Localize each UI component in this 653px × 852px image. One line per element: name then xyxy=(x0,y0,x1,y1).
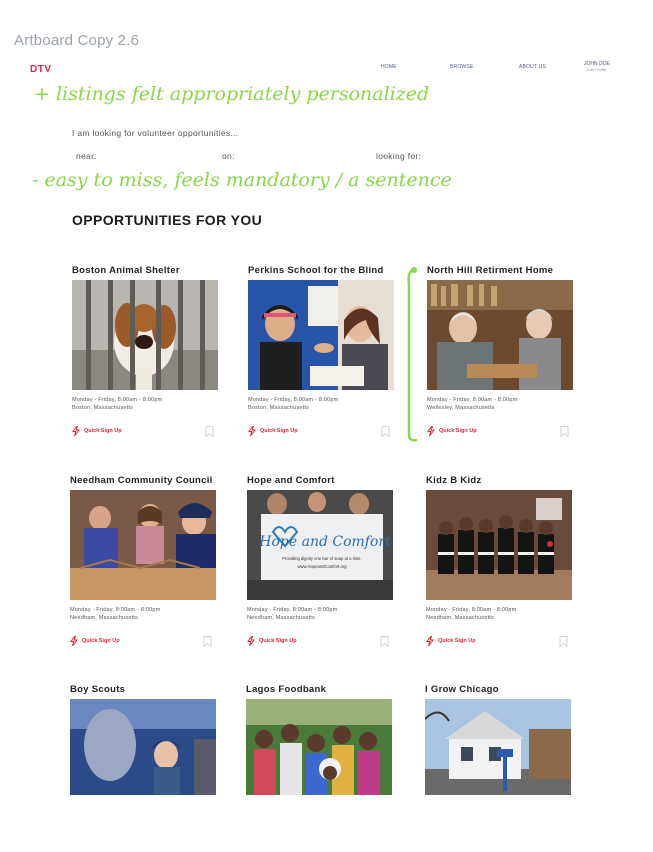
dog-in-kennel-image[interactable] xyxy=(72,280,218,390)
banner-url: www.HopeandComfort.org xyxy=(297,564,347,569)
annotation-top: + listings felt appropriately personaliz… xyxy=(34,83,430,105)
card-location: Needham, Massachusetts xyxy=(426,615,494,621)
annotation-bracket xyxy=(407,267,418,442)
user-sub: Edit Profile xyxy=(587,67,607,72)
card-schedule: Monday - Friday, 8:00am - 8:00pm xyxy=(427,397,518,403)
card-title[interactable]: Needham Community Council xyxy=(70,475,216,490)
looking-for-filter[interactable]: looking for: xyxy=(376,151,421,161)
quick-sign-up-button[interactable]: Quick Sign Up xyxy=(427,426,477,436)
opportunity-card[interactable]: I Grow Chicago xyxy=(425,684,571,795)
quick-sign-up-button[interactable]: Quick Sign Up xyxy=(72,426,122,436)
artboard-title: Artboard Copy 2.6 xyxy=(14,32,140,49)
bookmark-icon[interactable] xyxy=(205,426,214,437)
on-filter[interactable]: on: xyxy=(222,151,235,161)
hope-and-comfort-banner-image[interactable]: Hope and Comfort Providing dignity one b… xyxy=(247,490,393,600)
card-location: Boston, Massachusetts xyxy=(248,405,310,411)
lightning-icon xyxy=(426,636,434,646)
card-schedule: Monday - Friday, 8:00am - 8:00pm xyxy=(72,397,163,403)
quick-sign-up-button[interactable]: Quick Sign Up xyxy=(248,426,298,436)
card-title[interactable]: Perkins School for the Blind xyxy=(248,265,394,280)
card-title[interactable]: Lagos Foodbank xyxy=(246,684,392,699)
card-location: Needham, Massachusetts xyxy=(247,615,315,621)
card-location: Boston, Massachusetts xyxy=(72,405,134,411)
bookmark-icon[interactable] xyxy=(380,636,389,647)
card-schedule: Monday - Friday, 8:00am - 8:00pm xyxy=(247,607,338,613)
user-menu[interactable]: JOHN DOE Edit Profile xyxy=(584,61,610,73)
opportunity-card[interactable]: Lagos Foodbank xyxy=(246,684,392,795)
quick-sign-up-label: Quick Sign Up xyxy=(439,428,477,434)
card-title[interactable]: I Grow Chicago xyxy=(425,684,571,699)
teacher-and-student-image[interactable] xyxy=(248,280,394,390)
bookmark-icon[interactable] xyxy=(381,426,390,437)
card-title[interactable]: Hope and Comfort xyxy=(247,475,393,490)
opportunity-card[interactable]: Hope and Comfort Hope and Comfort Provid… xyxy=(247,475,393,648)
quick-sign-up-button[interactable]: Quick Sign Up xyxy=(426,636,476,646)
card-location: Wellesley, Massachusetts xyxy=(427,405,495,411)
lightning-icon xyxy=(72,426,80,436)
crowd-of-children-image[interactable] xyxy=(246,699,392,795)
bookmark-icon[interactable] xyxy=(203,636,212,647)
near-filter[interactable]: near: xyxy=(76,151,97,161)
card-location: Needham, Massachusetts xyxy=(70,615,138,621)
nav-home[interactable]: HOME xyxy=(381,64,397,70)
card-title[interactable]: Boy Scouts xyxy=(70,684,216,699)
quick-sign-up-label: Quick Sign Up xyxy=(260,428,298,434)
house-street-image[interactable] xyxy=(425,699,571,795)
bookmark-icon[interactable] xyxy=(559,636,568,647)
logo[interactable]: DTV xyxy=(30,64,52,75)
opportunity-card[interactable]: Needham Community Council Monday - Frida… xyxy=(70,475,216,648)
quick-sign-up-label: Quick Sign Up xyxy=(438,638,476,644)
opportunity-card[interactable]: Kidz B Kidz Monday - Friday, 8:00am - 8:… xyxy=(426,475,572,648)
nav-browse[interactable]: BROWSE xyxy=(450,64,473,70)
opportunity-card[interactable]: North Hill Retirment Home Monday - Frida… xyxy=(427,265,573,438)
quick-sign-up-button[interactable]: Quick Sign Up xyxy=(247,636,297,646)
bookmark-icon[interactable] xyxy=(560,426,569,437)
volunteers-packing-image[interactable] xyxy=(70,490,216,600)
opportunity-card[interactable]: Perkins School for the Blind Monday - Fr… xyxy=(248,265,394,438)
opportunity-card[interactable]: Boston Animal Shelter Monday - Friday, 8… xyxy=(72,265,218,438)
lightning-icon xyxy=(248,426,256,436)
lightning-icon xyxy=(70,636,78,646)
lightning-icon xyxy=(247,636,255,646)
quick-sign-up-label: Quick Sign Up xyxy=(82,638,120,644)
quick-sign-up-label: Quick Sign Up xyxy=(84,428,122,434)
card-title[interactable]: Kidz B Kidz xyxy=(426,475,572,490)
opportunity-card[interactable]: Boy Scouts xyxy=(70,684,216,795)
section-title: OPPORTUNITIES FOR YOU xyxy=(72,212,263,228)
search-lead: I am looking for volunteer opportunities… xyxy=(72,128,239,138)
elderly-couple-image[interactable] xyxy=(427,280,573,390)
card-schedule: Monday - Friday, 8:00am - 8:00pm xyxy=(70,607,161,613)
banner-subtitle: Providing dignity one bar of soap at a t… xyxy=(282,556,361,561)
card-title[interactable]: Boston Animal Shelter xyxy=(72,265,218,280)
page-sheet: DTV HOME BROWSE ABOUT US JOHN DOE Edit P… xyxy=(14,55,634,805)
quick-sign-up-label: Quick Sign Up xyxy=(259,638,297,644)
scout-saluting-image[interactable] xyxy=(70,699,216,795)
banner-title: Hope and Comfort xyxy=(258,534,391,550)
lightning-icon xyxy=(427,426,435,436)
annotation-bottom: - easy to miss, feels mandatory / a sent… xyxy=(32,169,452,191)
card-schedule: Monday - Friday, 8:00am - 8:00pm xyxy=(426,607,517,613)
card-title[interactable]: North Hill Retirment Home xyxy=(427,265,573,280)
card-schedule: Monday - Friday, 8:00am - 8:00pm xyxy=(248,397,339,403)
nav-about-us[interactable]: ABOUT US xyxy=(519,64,546,70)
kids-group-image[interactable] xyxy=(426,490,572,600)
quick-sign-up-button[interactable]: Quick Sign Up xyxy=(70,636,120,646)
